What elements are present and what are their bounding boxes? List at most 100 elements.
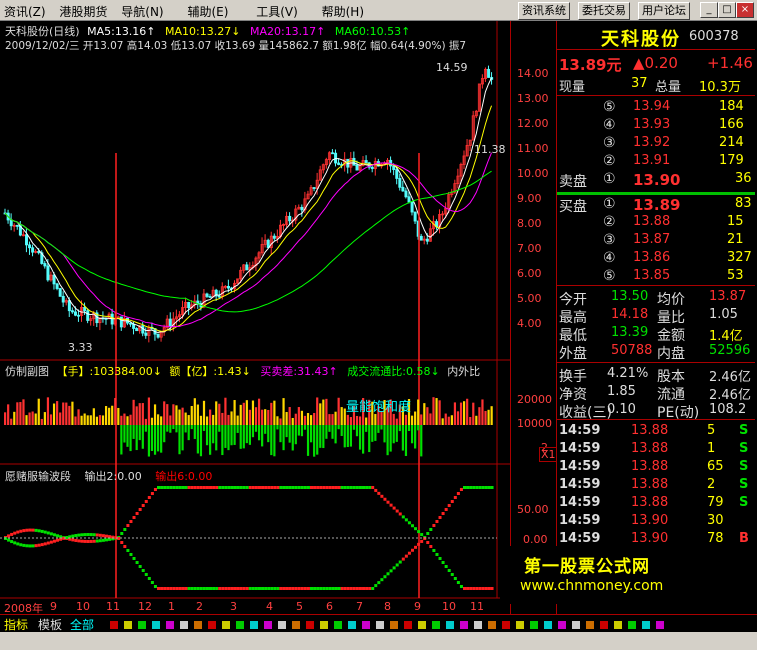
toolbar-icon[interactable] (418, 621, 426, 629)
current-vol-label: 现量 (559, 80, 586, 95)
sub2-tick-0: 0.00 (523, 533, 548, 546)
stat-value: 1.05 (709, 307, 738, 322)
fund-value: 108.2 (709, 402, 747, 417)
toolbar-icon[interactable] (236, 621, 244, 629)
stat-label: 内盘 (657, 346, 685, 362)
toolbar-icon[interactable] (278, 621, 286, 629)
toolbar-icon[interactable] (488, 621, 496, 629)
menu: 资讯(Z) 港股期货 导航(N) 辅助(E) 工具(V) 帮助(H) (4, 3, 374, 20)
watermark-url: www.chnmoney.com (520, 578, 664, 594)
toolbar-icon[interactable] (600, 621, 608, 629)
high-price-mark: 14.59 (436, 61, 468, 74)
tick-price: 13.88 (631, 459, 669, 474)
toolbar-icon[interactable] (110, 621, 118, 629)
toolbar-icon[interactable] (334, 621, 342, 629)
x-tick: 6 (326, 600, 333, 613)
stat-label: 今开 (559, 292, 587, 308)
toolbar-icon[interactable] (446, 621, 454, 629)
stat-value: 14.18 (611, 307, 649, 322)
close-icon[interactable]: × (736, 2, 754, 18)
toolbar-icon[interactable] (516, 621, 524, 629)
stat-value: 50788 (611, 343, 653, 358)
x-tick: 9 (414, 600, 421, 613)
toolbar-icon[interactable] (362, 621, 370, 629)
toolbar-icon[interactable] (502, 621, 510, 629)
sub1-trade-diff: 买卖差:31.43↑ (260, 365, 338, 378)
fund-label: 换手 (559, 369, 587, 385)
stat-label: 量比 (657, 310, 685, 326)
ask-price: 13.94 (633, 99, 671, 114)
restore-icon[interactable]: □ (718, 2, 736, 18)
toolbar-icon[interactable] (390, 621, 398, 629)
toolbar-icon[interactable] (656, 621, 664, 629)
price-tick: 13.00 (517, 92, 549, 105)
toolbar-icon[interactable] (474, 621, 482, 629)
toolbar-icon[interactable] (124, 621, 132, 629)
bid-price: 13.87 (633, 232, 671, 247)
x-tick: 4 (266, 600, 273, 613)
toolbar-icon[interactable] (642, 621, 650, 629)
ma10-label: MA10:13.27↓ (165, 25, 241, 38)
sub1-tick-mid: 10000 (517, 417, 552, 430)
stat-label: 最高 (559, 310, 587, 326)
toolbar-icon[interactable] (628, 621, 636, 629)
menu-item-hk-futures[interactable]: 港股期货 (59, 3, 107, 20)
toolbar-icon[interactable] (530, 621, 538, 629)
tab-all[interactable]: 全部 (70, 616, 94, 633)
toolbar-icon[interactable] (614, 621, 622, 629)
toolbar-icon[interactable] (166, 621, 174, 629)
toolbar-icon[interactable] (138, 621, 146, 629)
price-tick: 7.00 (517, 242, 542, 255)
toolbar-icon[interactable] (572, 621, 580, 629)
forum-button[interactable]: 用户论坛 (638, 2, 690, 20)
toolbar-icon[interactable] (306, 621, 314, 629)
tick-price: 13.90 (631, 513, 669, 528)
toolbar-icon[interactable] (292, 621, 300, 629)
toolbar-icon[interactable] (180, 621, 188, 629)
ask-row: ⑤ 13.94 184 (557, 99, 755, 116)
fund-row: 换手 4.21% 股本 2.46亿 (557, 366, 755, 385)
minimize-icon[interactable]: _ (700, 2, 718, 18)
toolbar-icon[interactable] (348, 621, 356, 629)
toolbar-icon[interactable] (404, 621, 412, 629)
toolbar-icon[interactable] (320, 621, 328, 629)
toolbar-icon[interactable] (544, 621, 552, 629)
bid-row: ① 13.89 83 (557, 196, 755, 214)
sub1-hand: 【手】:103384.00↓ (56, 365, 162, 378)
toolbar-icon[interactable] (222, 621, 230, 629)
tab-template[interactable]: 模板 (38, 616, 62, 633)
sub2-title: 愿赌服输波段 (5, 470, 71, 483)
toolbar-icon[interactable] (208, 621, 216, 629)
toolbar-icon[interactable] (250, 621, 258, 629)
toolbar-icon[interactable] (460, 621, 468, 629)
price-tick: 8.00 (517, 217, 542, 230)
trade-button[interactable]: 委托交易 (578, 2, 630, 20)
tab-indicator[interactable]: 指标 (4, 616, 28, 633)
fund-value: 1.85 (607, 384, 636, 399)
stat-label: 均价 (657, 292, 685, 308)
tick-time: 14:59 (559, 513, 601, 528)
toolbar-icon[interactable] (152, 621, 160, 629)
toolbar-icon[interactable] (432, 621, 440, 629)
toolbar-icon[interactable] (194, 621, 202, 629)
tick-row: 14:59 13.88 1 S (557, 441, 755, 458)
toolbar-icons (110, 618, 670, 630)
bid-level: ④ (603, 250, 616, 266)
chart-title: 天科股份(日线) (5, 25, 80, 38)
menu-item-assist[interactable]: 辅助(E) (187, 3, 228, 20)
stat-row: 外盘 50788 内盘 52596 (557, 343, 755, 362)
toolbar-icon[interactable] (586, 621, 594, 629)
toolbar-icon[interactable] (376, 621, 384, 629)
menu-item-news[interactable]: 资讯(Z) (4, 3, 46, 20)
menu-item-tools[interactable]: 工具(V) (256, 3, 298, 20)
toolbar-icon[interactable] (558, 621, 566, 629)
menu-item-help[interactable]: 帮助(H) (322, 3, 364, 20)
toolbar-icon[interactable] (264, 621, 272, 629)
menu-item-navigate[interactable]: 导航(N) (121, 3, 163, 20)
ask-volume: 179 (719, 153, 744, 168)
tick-side: B (739, 531, 749, 546)
ask-level: ② (603, 153, 616, 169)
news-system-button[interactable]: 资讯系统 (518, 2, 570, 20)
kline-chart[interactable]: 天科股份(日线) MA5:13.16↑ MA10:13.27↓ MA20:13.… (0, 21, 510, 615)
x-tick: 11 (106, 600, 120, 613)
